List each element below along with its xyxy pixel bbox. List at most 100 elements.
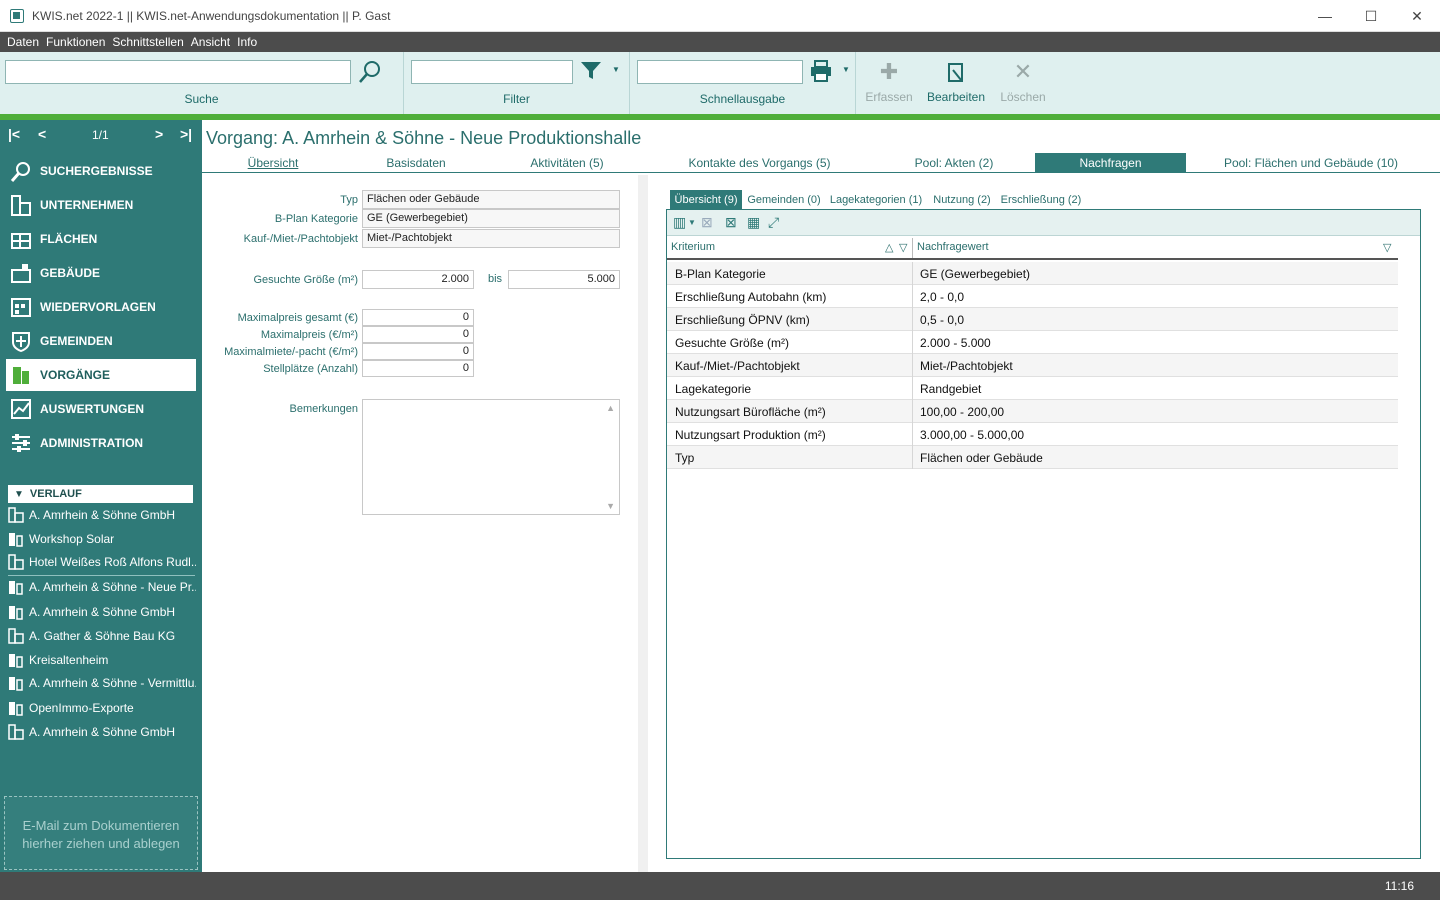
next-record-icon[interactable]: > — [155, 126, 163, 142]
column-kriterium[interactable]: Kriterium — [671, 241, 715, 253]
excel-export-icon[interactable]: ⊠ — [725, 214, 737, 231]
building-icon — [10, 262, 32, 284]
groesse-from-field[interactable]: 2.000 — [362, 270, 474, 289]
panel-splitter[interactable] — [638, 175, 648, 872]
print-dropdown-icon[interactable]: ▼ — [842, 65, 850, 74]
nav-gemeinden[interactable]: GEMEINDEN — [6, 325, 196, 357]
subtab-uebersicht[interactable]: Übersicht (9) — [670, 190, 742, 210]
minimize-button[interactable]: — — [1302, 0, 1348, 32]
columns-icon[interactable]: ▥ — [673, 214, 686, 231]
fullscreen-icon[interactable]: ⤢ — [768, 214, 779, 231]
history-item[interactable]: A. Amrhein & Söhne - Vermittlu... — [8, 672, 196, 694]
table-row[interactable]: Typ Flächen oder Gebäude — [667, 446, 1398, 469]
menu-ansicht[interactable]: Ansicht — [191, 35, 230, 49]
kauf-field[interactable]: Miet-/Pachtobjekt — [362, 229, 620, 248]
filter-icon[interactable]: ▽ — [899, 241, 907, 254]
create-label: Erfassen — [865, 90, 913, 104]
history-item[interactable]: Hotel Weißes Roß Alfons Rudl... — [8, 551, 196, 573]
stellplaetze-field[interactable]: 0 — [362, 360, 474, 377]
history-item[interactable]: Kreisaltenheim — [8, 649, 196, 671]
nav-label: SUCHERGEBNISSE — [40, 164, 153, 178]
nav-wiedervorlagen[interactable]: WIEDERVORLAGEN — [6, 291, 196, 323]
nav-administration[interactable]: ADMINISTRATION — [6, 427, 196, 459]
history-item[interactable]: A. Amrhein & Söhne GmbH — [8, 601, 196, 623]
history-item[interactable]: A. Amrhein & Söhne GmbH — [8, 721, 196, 743]
search-icon[interactable] — [357, 59, 383, 85]
typ-field[interactable]: Flächen oder Gebäude — [362, 190, 620, 209]
history-item[interactable]: A. Amrhein & Söhne - Neue Pr... — [8, 576, 196, 598]
history-item[interactable]: A. Amrhein & Söhne GmbH — [8, 504, 196, 526]
table-row[interactable]: Nutzungsart Produktion (m²) 3.000,00 - 5.… — [667, 423, 1398, 446]
prev-record-icon[interactable]: < — [38, 126, 46, 142]
bplan-field[interactable]: GE (Gewerbegebiet) — [362, 209, 620, 228]
history-item[interactable]: OpenImmo-Exporte — [8, 697, 196, 719]
table-row[interactable]: Kauf-/Miet-/Pachtobjekt Miet-/Pachtobjekt — [667, 354, 1398, 377]
nav-vorgaenge[interactable]: VORGÄNGE — [6, 359, 196, 391]
folder-icon — [9, 677, 23, 691]
tab-pool-flaechen[interactable]: Pool: Flächen und Gebäude (10) — [1218, 153, 1404, 173]
maxgesamt-field[interactable]: 0 — [362, 309, 474, 326]
table-row[interactable]: Erschließung ÖPNV (km) 0,5 - 0,0 — [667, 308, 1398, 331]
history-label: Hotel Weißes Roß Alfons Rudl... — [29, 555, 196, 569]
quick-output-input[interactable] — [637, 60, 803, 84]
scroll-down-icon[interactable]: ▼ — [606, 501, 615, 511]
nav-flaechen[interactable]: FLÄCHEN — [6, 223, 196, 255]
menu-funktionen[interactable]: Funktionen — [46, 35, 105, 49]
magnifier-icon — [10, 160, 32, 182]
groesse-to-field[interactable]: 5.000 — [508, 270, 620, 289]
table-row[interactable]: Nutzungsart Bürofläche (m²) 100,00 - 200,… — [667, 400, 1398, 423]
table-row[interactable]: B-Plan Kategorie GE (Gewerbegebiet) — [667, 262, 1398, 285]
verlauf-header[interactable]: ▼ VERLAUF — [8, 485, 193, 503]
subtab-erschliessung[interactable]: Erschließung (2) — [1000, 190, 1082, 210]
main-content: Vorgang: A. Amrhein & Söhne - Neue Produ… — [202, 120, 1440, 872]
last-record-icon[interactable]: >| — [180, 126, 192, 142]
nav-unternehmen[interactable]: UNTERNEHMEN — [6, 189, 196, 221]
email-drop-zone[interactable]: E-Mail zum Dokumentieren hierher ziehen … — [4, 796, 198, 870]
close-button[interactable]: ✕ — [1394, 0, 1440, 32]
subtab-lagekategorien[interactable]: Lagekategorien (1) — [829, 190, 923, 210]
tab-nachfragen[interactable]: Nachfragen — [1035, 153, 1186, 173]
menu-info[interactable]: Info — [237, 35, 257, 49]
table-row[interactable]: Gesuchte Größe (m²) 2.000 - 5.000 — [667, 331, 1398, 354]
tab-basisdaten[interactable]: Basisdaten — [372, 153, 460, 173]
first-record-icon[interactable]: |< — [8, 126, 20, 142]
maxpreis-field[interactable]: 0 — [362, 326, 474, 343]
menu-schnittstellen[interactable]: Schnittstellen — [112, 35, 183, 49]
table-row[interactable]: Lagekategorie Randgebiet — [667, 377, 1398, 400]
layout-icon[interactable]: ▦ — [747, 214, 760, 231]
area-icon — [10, 228, 32, 250]
nav-gebaeude[interactable]: GEBÄUDE — [6, 257, 196, 289]
bemerkungen-textarea[interactable]: ▲ ▼ — [362, 399, 620, 515]
folder-icon — [10, 364, 32, 386]
sort-asc-icon[interactable]: △ — [885, 241, 893, 254]
clear-filter-icon[interactable]: ⊠ — [701, 214, 713, 231]
history-item[interactable]: A. Gather & Söhne Bau KG — [8, 625, 196, 647]
tab-uebersicht[interactable]: Übersicht — [230, 153, 316, 173]
create-button[interactable]: ✚ Erfassen — [856, 52, 922, 114]
filter-icon[interactable] — [580, 61, 602, 81]
tab-pool-akten[interactable]: Pool: Akten (2) — [902, 153, 1006, 173]
tab-aktivitaeten[interactable]: Aktivitäten (5) — [522, 153, 612, 173]
edit-button[interactable]: Bearbeiten — [923, 52, 989, 114]
delete-button[interactable]: ✕ Löschen — [990, 52, 1056, 114]
nav-suchergebnisse[interactable]: SUCHERGEBNISSE — [6, 155, 196, 187]
subtab-nutzung[interactable]: Nutzung (2) — [932, 190, 992, 210]
columns-dropdown-icon[interactable]: ▼ — [688, 218, 696, 227]
filter-input[interactable] — [411, 60, 573, 84]
filter-icon[interactable]: ▽ — [1383, 241, 1391, 254]
filter-dropdown-icon[interactable]: ▼ — [612, 65, 620, 74]
history-item[interactable]: Workshop Solar — [8, 528, 196, 550]
maximize-button[interactable]: ☐ — [1348, 0, 1394, 32]
record-counter: 1/1 — [92, 128, 109, 142]
maxmiete-field[interactable]: 0 — [362, 343, 474, 360]
table-row[interactable]: Erschließung Autobahn (km) 2,0 - 0,0 — [667, 285, 1398, 308]
printer-icon[interactable] — [810, 60, 832, 82]
menu-daten[interactable]: Daten — [7, 35, 39, 49]
search-input[interactable] — [5, 60, 351, 84]
tab-kontakte[interactable]: Kontakte des Vorgangs (5) — [682, 153, 837, 173]
nav-label: WIEDERVORLAGEN — [40, 300, 156, 314]
nav-auswertungen[interactable]: AUSWERTUNGEN — [6, 393, 196, 425]
scroll-up-icon[interactable]: ▲ — [606, 403, 615, 413]
subtab-gemeinden[interactable]: Gemeinden (0) — [746, 190, 822, 210]
column-nachfragewert[interactable]: Nachfragewert — [917, 241, 989, 253]
